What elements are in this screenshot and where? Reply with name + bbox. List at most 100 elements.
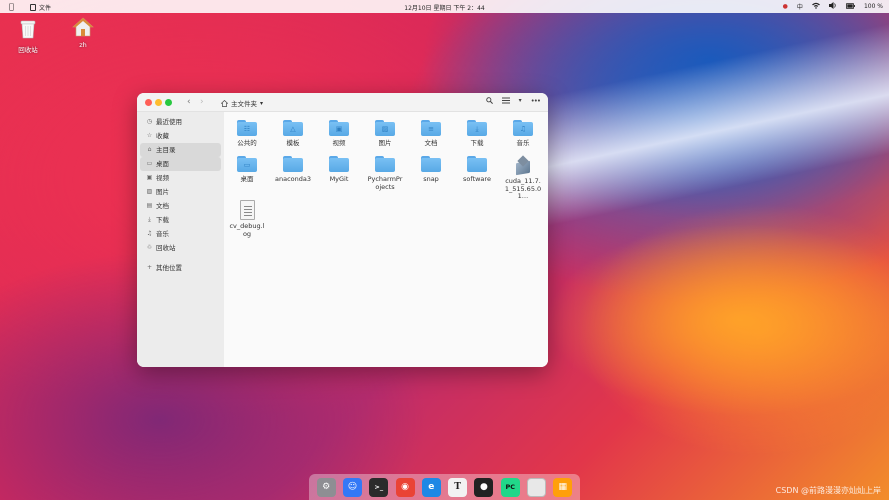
folder-icon — [375, 156, 395, 172]
sidebar-item[interactable]: ▭ 桌面 — [140, 157, 221, 171]
chevron-down-icon[interactable]: ▾ — [260, 100, 263, 107]
item-label: software — [463, 175, 491, 183]
item-label: 模板 — [286, 139, 300, 147]
star-icon: ☆ — [146, 132, 153, 139]
terminal-app-icon[interactable]: >_ — [369, 477, 389, 497]
folder-item[interactable]: software — [454, 156, 500, 184]
file-grid: ☷ 公共的 △ 模板 ▣ 视频 ▨ 图片 ≡ 文档 ⤓ 下载 ♫ 音乐 ▭ 桌面 anaconda3 MyGit P… — [224, 112, 548, 367]
window-titlebar[interactable]: ‹ › 主文件夹 ▾ ▾ ••• — [137, 93, 548, 112]
search-icon[interactable] — [485, 97, 493, 106]
home-icon — [221, 99, 228, 107]
image-icon: ▨ — [146, 188, 153, 195]
folder-icon: △ — [283, 120, 303, 136]
sidebar-item[interactable]: ⌂ 主目录 — [140, 143, 221, 157]
item-label: MyGit — [329, 175, 349, 183]
folder-item[interactable]: ☷ 公共的 — [224, 120, 270, 148]
folder-icon: ▣ — [329, 120, 349, 136]
sidebar-item-label: 最近使用 — [156, 118, 182, 126]
list-view-icon[interactable] — [501, 97, 510, 106]
forward-button[interactable]: › — [200, 97, 204, 107]
sidebar-item-label: 回收站 — [156, 244, 176, 252]
folder-icon: ♫ — [513, 120, 533, 136]
desktop-icon: ▭ — [146, 160, 153, 167]
folder-icon: ▨ — [375, 120, 395, 136]
folder-item[interactable]: MyGit — [316, 156, 362, 184]
item-label: cuda_11.7.1_515.65.01… — [504, 177, 542, 200]
video-icon: ▣ — [146, 174, 153, 181]
download-icon: ⤓ — [148, 216, 151, 223]
sidebar-item[interactable]: ⤓ 下载 — [140, 213, 221, 227]
desktop-trash-label: 回收站 — [18, 46, 38, 54]
folder-icon: ☷ — [237, 120, 257, 136]
item-label: PycharmProjects — [367, 175, 403, 191]
sidebar-item[interactable]: + 其他位置 — [140, 261, 221, 275]
sidebar-item[interactable]: ▤ 文档 — [140, 199, 221, 213]
text-file-icon — [239, 200, 255, 220]
sidebar-item[interactable]: ♲ 回收站 — [140, 241, 221, 255]
sidebar-item-label: 收藏 — [156, 132, 169, 140]
sidebar-item[interactable]: ◷ 最近使用 — [140, 115, 221, 129]
folder-icon: ▭ — [237, 156, 257, 172]
folder-item[interactable]: snap — [408, 156, 454, 184]
record-icon[interactable]: ● — [783, 3, 788, 10]
sidebar-item-label: 视频 — [156, 174, 169, 182]
package-item[interactable]: cuda_11.7.1_515.65.01… — [500, 155, 546, 201]
desktop-home-folder[interactable]: zh — [63, 17, 103, 49]
back-button[interactable]: ‹ — [187, 97, 191, 107]
home-icon: ⌂ — [147, 146, 152, 153]
maximize-button[interactable] — [165, 99, 172, 106]
wifi-icon[interactable] — [811, 2, 820, 11]
folder-item[interactable]: ▨ 图片 — [362, 120, 408, 148]
file-item[interactable]: cv_debug.log — [224, 200, 270, 238]
sidebar-item-label: 主目录 — [156, 146, 176, 154]
trash-icon: ♲ — [146, 244, 153, 251]
item-label: 图片 — [378, 139, 392, 147]
sidebar-item[interactable]: ♫ 音乐 — [140, 227, 221, 241]
watermark: CSDN @前路漫漫亦灿灿上岸 — [775, 486, 881, 495]
sidebar-item[interactable]: ▨ 图片 — [140, 185, 221, 199]
folder-icon — [421, 156, 441, 172]
clock[interactable]: 12月10日 星期日 下午 2：44 — [0, 3, 889, 12]
folder-item[interactable]: ▣ 视频 — [316, 120, 362, 148]
view-options-chevron-icon[interactable]: ▾ — [519, 97, 522, 106]
chrome-app-icon[interactable]: ◉ — [395, 477, 415, 497]
sidebar: ◷ 最近使用 ☆ 收藏 ⌂ 主目录 ▭ 桌面 ▣ 视频 ▨ 图片 ▤ 文档 ⤓ 下载 ♫ 音乐 ♲ 回收站 + 其他位置 — [137, 112, 224, 367]
qq-app-icon[interactable]: ● — [474, 477, 494, 497]
folder-icon — [467, 156, 487, 172]
minimize-button[interactable] — [155, 99, 162, 106]
path-bar[interactable]: 主文件夹 ▾ — [221, 98, 263, 108]
sidebar-item-label: 音乐 — [156, 230, 169, 238]
battery-icon[interactable] — [845, 2, 855, 11]
item-label: 文档 — [424, 139, 438, 147]
edge-app-icon[interactable]: e — [421, 477, 441, 497]
item-label: 音乐 — [516, 139, 530, 147]
top-bar:  文件 12月10日 星期日 下午 2：44 ● 中 100 % — [0, 0, 889, 13]
more-options-icon[interactable]: ••• — [531, 97, 541, 106]
pycharm-app-icon[interactable]: PC — [500, 477, 520, 497]
folder-item[interactable]: PycharmProjects — [362, 156, 408, 191]
item-label: cv_debug.log — [229, 222, 265, 238]
volume-icon[interactable] — [828, 2, 837, 11]
sidebar-item[interactable]: ☆ 收藏 — [140, 129, 221, 143]
sidebar-item-label: 桌面 — [156, 160, 169, 168]
item-label: 视频 — [332, 139, 346, 147]
finder-app-icon[interactable]: ☺ — [342, 477, 362, 497]
folder-item[interactable]: ⤓ 下载 — [454, 120, 500, 148]
settings-app-icon[interactable]: ⚙ — [316, 477, 336, 497]
folder-item[interactable]: ≡ 文档 — [408, 120, 454, 148]
folder-item[interactable]: ♫ 音乐 — [500, 120, 546, 148]
input-method-indicator[interactable]: 中 — [797, 2, 803, 11]
desktop-trash[interactable]: 回收站 — [8, 18, 48, 54]
folder-item[interactable]: ▭ 桌面 — [224, 156, 270, 184]
typora-app-icon[interactable]: T — [448, 477, 468, 497]
plus-icon: + — [146, 264, 153, 271]
file-manager-window: ‹ › 主文件夹 ▾ ▾ ••• ◷ 最近使用 ☆ 收藏 ⌂ 主目录 ▭ 桌面 ▣ 视频 ▨ 图片 ▤ 文… — [137, 93, 548, 367]
folder-item[interactable]: △ 模板 — [270, 120, 316, 148]
document-icon: ▤ — [146, 202, 153, 209]
folder-item[interactable]: anaconda3 — [270, 156, 316, 184]
home-folder-icon — [72, 17, 94, 37]
launcher-app-icon[interactable]: ▦ — [553, 477, 573, 497]
trash-app-icon[interactable] — [527, 477, 547, 497]
close-button[interactable] — [145, 99, 152, 106]
sidebar-item[interactable]: ▣ 视频 — [140, 171, 221, 185]
